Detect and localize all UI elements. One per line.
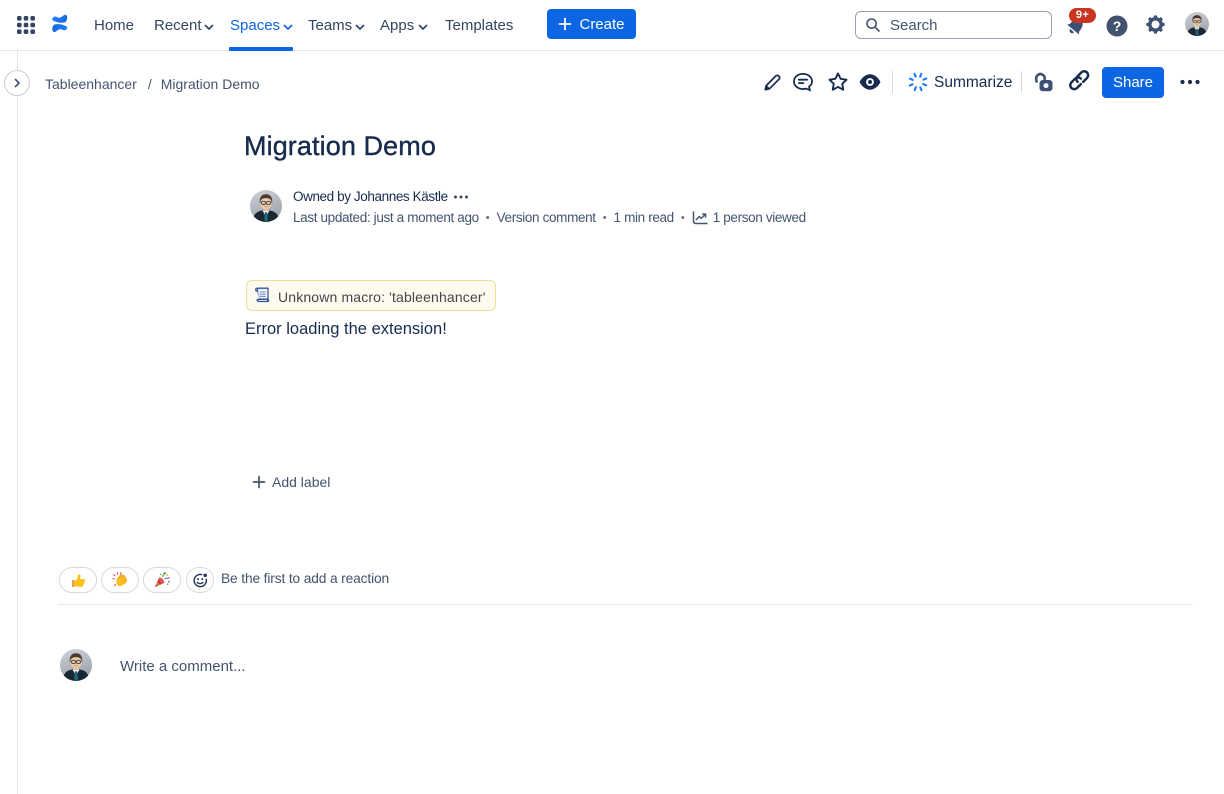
- svg-text:?: ?: [1113, 18, 1122, 34]
